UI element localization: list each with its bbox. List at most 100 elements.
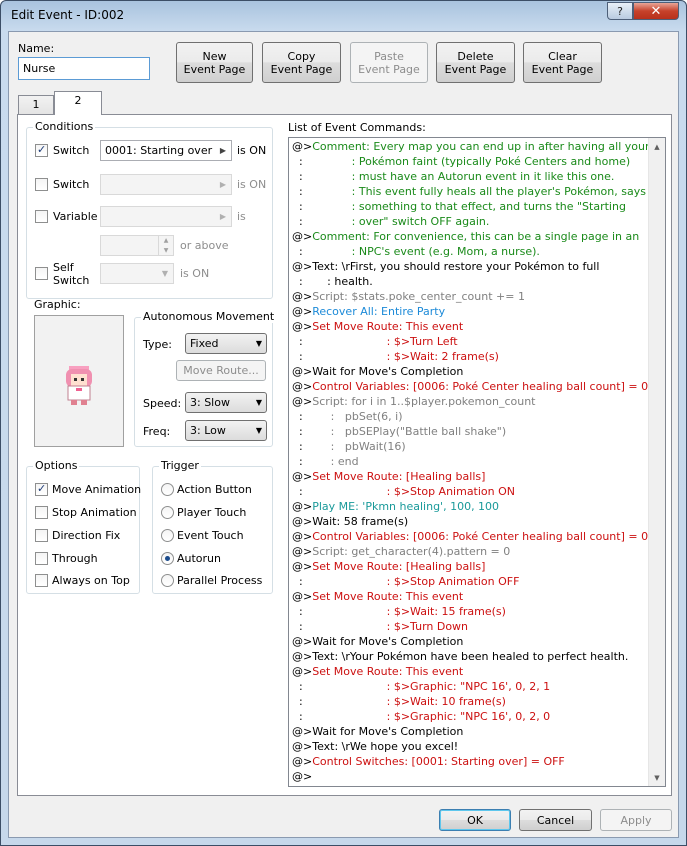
close-button[interactable]: ✕ xyxy=(633,2,679,20)
speed-dropdown[interactable]: 3: Slow ▼ xyxy=(185,392,267,413)
command-line[interactable]: : : something to that effect, and turns … xyxy=(292,199,626,214)
move-animation-checkbox[interactable] xyxy=(35,482,48,496)
command-line[interactable]: @>Control Variables: [0006: Poké Center … xyxy=(292,529,648,544)
always-on-top-checkbox[interactable] xyxy=(35,574,48,587)
command-line[interactable]: : : $>Turn Down xyxy=(292,619,468,634)
stop-animation-checkbox[interactable] xyxy=(35,506,48,519)
through-checkbox[interactable] xyxy=(35,552,48,565)
command-line[interactable]: : : $>Stop Animation ON xyxy=(292,484,515,499)
direction-fix-checkbox[interactable] xyxy=(35,529,48,542)
arrow-right-icon: ▶ xyxy=(219,212,227,221)
new-event-page-button[interactable]: New Event Page xyxy=(176,42,253,83)
new-page-label-1: New xyxy=(202,49,227,63)
spin-down-icon[interactable]: ▼ xyxy=(158,245,173,255)
command-line[interactable]: : : Pokémon faint (typically Poké Center… xyxy=(292,154,630,169)
command-line[interactable]: : : pbWait(16) xyxy=(292,439,406,454)
tab-page-2[interactable]: 2 xyxy=(54,91,102,115)
options-title: Options xyxy=(33,459,80,472)
variable-checkbox[interactable] xyxy=(35,210,48,223)
command-line[interactable]: @>Script: $stats.poke_center_count += 1 xyxy=(292,289,525,304)
command-segment: : $>Graphic: "NPC 16', 0, 2, 0 xyxy=(386,710,551,723)
switch2-checkbox[interactable] xyxy=(35,178,48,191)
command-line[interactable]: @>Wait for Move's Completion xyxy=(292,634,463,649)
command-line[interactable]: @>Control Variables: [0006: Poké Center … xyxy=(292,379,648,394)
trigger-player-touch-radio[interactable] xyxy=(161,506,174,519)
spin-up-icon[interactable]: ▲ xyxy=(158,236,173,246)
command-segment: : $>Wait: 10 frame(s) xyxy=(386,695,506,708)
command-line[interactable]: @>Set Move Route: [Healing balls] xyxy=(292,469,485,484)
command-line[interactable]: @>Set Move Route: This event xyxy=(292,319,463,334)
command-line[interactable]: : : $>Wait: 15 frame(s) xyxy=(292,604,506,619)
title-bar[interactable]: Edit Event - ID:002 ? ✕ xyxy=(1,1,686,31)
command-line[interactable]: : : This event fully heals all the playe… xyxy=(292,184,646,199)
command-line[interactable]: @>Text: \rFirst, you should restore your… xyxy=(292,259,599,274)
ok-button[interactable]: OK xyxy=(439,809,511,831)
switch1-checkbox[interactable] xyxy=(35,143,48,157)
command-segment: @> xyxy=(292,290,313,303)
paste-event-page-button[interactable]: Paste Event Page xyxy=(350,42,428,83)
freq-dropdown[interactable]: 3: Low ▼ xyxy=(185,420,267,441)
command-line[interactable]: : : pbSet(6, i) xyxy=(292,409,403,424)
command-line[interactable]: : : must have an Autorun event in it lik… xyxy=(292,169,614,184)
variable-select[interactable]: ▶ xyxy=(100,206,232,227)
commands-scrollbar[interactable]: ▲ ▼ xyxy=(648,138,665,786)
command-line[interactable]: : : $>Graphic: "NPC 16', 0, 2, 1 xyxy=(292,679,550,694)
switch2-select[interactable]: ▶ xyxy=(100,174,232,195)
command-line[interactable]: @> xyxy=(292,769,312,784)
command-line[interactable]: @>Set Move Route: This event xyxy=(292,664,463,679)
switch1-select[interactable]: 0001: Starting over ▶ xyxy=(100,140,232,161)
command-line[interactable]: @>Set Move Route: This event xyxy=(292,589,463,604)
command-line[interactable]: : : $>Stop Animation OFF xyxy=(292,574,519,589)
self-switch-select[interactable]: ▼ xyxy=(100,263,174,284)
command-line[interactable]: @>Control Switches: [0001: Starting over… xyxy=(292,754,565,769)
name-input[interactable] xyxy=(18,57,150,80)
command-line[interactable]: : : pbSEPlay("Battle ball shake") xyxy=(292,424,506,439)
trigger-autorun-label: Autorun xyxy=(177,552,222,565)
command-line[interactable]: @>Comment: Every map you can end up in a… xyxy=(292,139,650,154)
type-dropdown[interactable]: Fixed ▼ xyxy=(185,333,267,354)
command-line[interactable]: @>Script: for i in 1..$player.pokemon_co… xyxy=(292,394,536,409)
self-switch-checkbox[interactable] xyxy=(35,267,48,280)
trigger-autorun-radio[interactable] xyxy=(161,552,174,565)
move-route-button[interactable]: Move Route... xyxy=(176,360,266,381)
command-line[interactable]: : : over" switch OFF again. xyxy=(292,214,489,229)
delete-event-page-button[interactable]: Delete Event Page xyxy=(436,42,515,83)
event-commands-list[interactable]: @>Comment: Every map you can end up in a… xyxy=(288,137,666,787)
command-segment: Comment: For convenience, this can be a … xyxy=(312,230,640,243)
command-line[interactable]: @>Script: get_character(4).pattern = 0 xyxy=(292,544,510,559)
command-line[interactable]: @>Play ME: 'Pkmn healing', 100, 100 xyxy=(292,499,499,514)
command-line[interactable]: : : NPC's event (e.g. Mom, a nurse). xyxy=(292,244,540,259)
command-line[interactable]: : : $>Wait: 2 frame(s) xyxy=(292,349,499,364)
command-line[interactable]: : : $>Wait: 10 frame(s) xyxy=(292,694,506,709)
trigger-action-button-radio[interactable] xyxy=(161,483,174,496)
variable-value-spinner[interactable]: ▲ ▼ xyxy=(100,235,174,256)
trigger-event-touch-radio[interactable] xyxy=(161,529,174,542)
command-segment: @> xyxy=(292,590,313,603)
graphic-preview[interactable] xyxy=(34,315,124,447)
command-line[interactable]: @>Recover All: Entire Party xyxy=(292,304,445,319)
command-line[interactable]: @>Set Move Route: [Healing balls] xyxy=(292,559,485,574)
help-button[interactable]: ? xyxy=(607,2,633,20)
command-line[interactable]: : : end xyxy=(292,454,359,469)
scroll-down-icon[interactable]: ▼ xyxy=(649,769,665,786)
cancel-button[interactable]: Cancel xyxy=(519,809,592,831)
command-line[interactable]: @>Wait for Move's Completion xyxy=(292,364,463,379)
command-line[interactable]: : : $>Graphic: "NPC 16', 0, 2, 0 xyxy=(292,709,550,724)
command-line[interactable]: @>Text: \rYour Pokémon have been healed … xyxy=(292,649,628,664)
command-segment: : xyxy=(292,440,331,453)
command-line[interactable]: @>Comment: For convenience, this can be … xyxy=(292,229,639,244)
command-line[interactable]: : : $>Turn Left xyxy=(292,334,458,349)
command-line[interactable]: : : health. xyxy=(292,274,373,289)
command-segment: : $>Wait: 15 frame(s) xyxy=(386,605,506,618)
apply-button[interactable]: Apply xyxy=(600,809,672,831)
spinner-buttons[interactable]: ▲ ▼ xyxy=(158,236,173,255)
clear-event-page-button[interactable]: Clear Event Page xyxy=(523,42,602,83)
command-line[interactable]: @>Text: \rWe hope you excel! xyxy=(292,739,458,754)
trigger-parallel-process-radio[interactable] xyxy=(161,574,174,587)
command-line[interactable]: @>Wait: 58 frame(s) xyxy=(292,514,408,529)
tab-page-1[interactable]: 1 xyxy=(18,95,54,115)
scroll-up-icon[interactable]: ▲ xyxy=(649,138,665,155)
arrow-right-icon: ▶ xyxy=(219,180,227,189)
copy-event-page-button[interactable]: Copy Event Page xyxy=(262,42,341,83)
command-line[interactable]: @>Wait for Move's Completion xyxy=(292,724,463,739)
